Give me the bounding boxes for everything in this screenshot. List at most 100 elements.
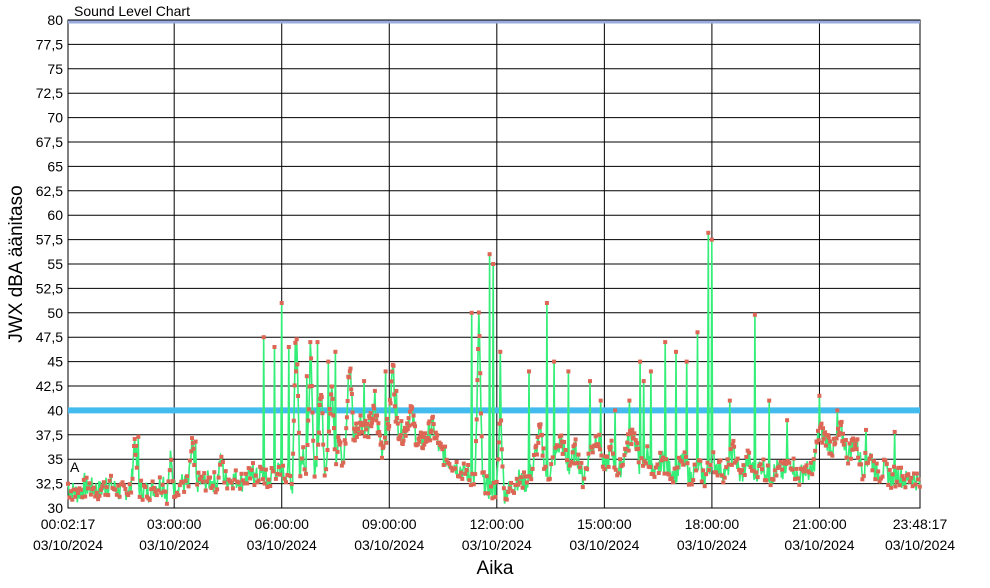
data-point — [370, 420, 374, 425]
data-point — [869, 453, 873, 458]
data-point — [91, 485, 96, 490]
data-point — [210, 483, 215, 488]
data-point — [774, 473, 779, 478]
data-point — [643, 461, 648, 466]
data-point — [855, 437, 860, 442]
data-point — [527, 369, 531, 374]
data-point — [866, 460, 871, 465]
data-point — [101, 480, 106, 485]
data-point — [682, 450, 687, 455]
data-point — [641, 379, 646, 384]
data-point — [536, 440, 541, 445]
data-point — [702, 484, 707, 489]
data-point — [203, 488, 208, 493]
data-point — [466, 463, 471, 467]
data-point — [790, 467, 795, 472]
x-tick-time: 03:00:00 — [147, 516, 202, 532]
data-point — [268, 484, 273, 488]
data-point — [711, 450, 716, 455]
data-point — [464, 468, 469, 472]
data-point — [580, 485, 585, 490]
x-tick-date: 03/10/2024 — [139, 537, 209, 553]
data-point — [795, 476, 800, 481]
data-point — [441, 463, 446, 467]
y-tick-label: 70 — [47, 110, 63, 126]
data-point — [443, 444, 448, 449]
data-point — [692, 462, 697, 467]
data-point — [306, 418, 311, 423]
data-point — [471, 482, 476, 487]
data-point — [377, 429, 382, 434]
data-point — [664, 457, 668, 462]
data-point — [715, 473, 720, 478]
data-point — [658, 450, 663, 455]
data-point — [321, 442, 326, 447]
data-point — [721, 480, 726, 485]
data-point — [735, 456, 740, 461]
data-point — [296, 394, 301, 398]
data-point — [765, 463, 770, 468]
y-tick-label: 37,5 — [36, 427, 63, 443]
data-point — [191, 446, 196, 451]
y-tick-label: 47,5 — [36, 329, 63, 345]
data-point — [212, 470, 217, 475]
y-tick-label: 77,5 — [36, 36, 63, 52]
data-point — [368, 411, 373, 416]
data-point — [722, 475, 727, 480]
data-point — [810, 472, 815, 477]
data-point — [562, 440, 567, 444]
data-point — [291, 418, 296, 423]
data-point — [636, 460, 641, 465]
data-point — [635, 441, 640, 446]
data-point — [576, 452, 581, 457]
data-point — [208, 475, 212, 480]
data-point — [143, 485, 148, 489]
data-point — [699, 479, 704, 484]
data-point — [535, 435, 540, 439]
x-tick-date: 03/10/2024 — [33, 537, 103, 553]
data-point — [349, 387, 354, 392]
data-point — [220, 460, 225, 464]
y-tick-label: 50 — [47, 305, 63, 321]
data-point — [310, 410, 315, 415]
data-point — [552, 359, 557, 364]
data-point — [817, 393, 822, 398]
data-point — [598, 398, 603, 403]
y-axis-ticks: 30 32,5 35 37,5 40 42,5 45 47,5 50 52,5 55 57,5 60 62… — [36, 12, 63, 516]
data-point — [86, 486, 91, 491]
data-point — [350, 410, 355, 415]
data-point — [278, 472, 283, 477]
data-point — [524, 480, 529, 485]
data-point — [913, 482, 918, 487]
data-point — [83, 494, 88, 499]
data-point — [352, 438, 357, 443]
data-point — [706, 230, 711, 235]
data-point — [97, 493, 102, 498]
data-point — [876, 469, 881, 474]
data-point — [200, 479, 205, 484]
data-point — [288, 474, 293, 478]
data-point — [348, 366, 353, 371]
data-point — [458, 470, 463, 475]
data-point — [431, 422, 436, 427]
data-point — [376, 421, 381, 426]
data-point — [694, 468, 699, 473]
data-point — [909, 475, 914, 480]
data-point — [499, 418, 504, 423]
data-point — [382, 435, 387, 440]
data-point — [761, 457, 766, 462]
data-point — [298, 474, 303, 479]
data-point — [613, 408, 618, 413]
y-tick-label: 72,5 — [36, 85, 63, 101]
data-point — [380, 455, 384, 460]
data-point — [794, 466, 799, 471]
data-point — [605, 454, 610, 459]
data-point — [758, 462, 763, 467]
data-point — [389, 379, 394, 384]
data-point — [540, 453, 545, 458]
data-point — [388, 401, 393, 406]
data-point — [517, 480, 522, 485]
y-tick-label: 80 — [47, 12, 63, 28]
data-point — [259, 466, 264, 471]
data-point — [579, 460, 584, 465]
